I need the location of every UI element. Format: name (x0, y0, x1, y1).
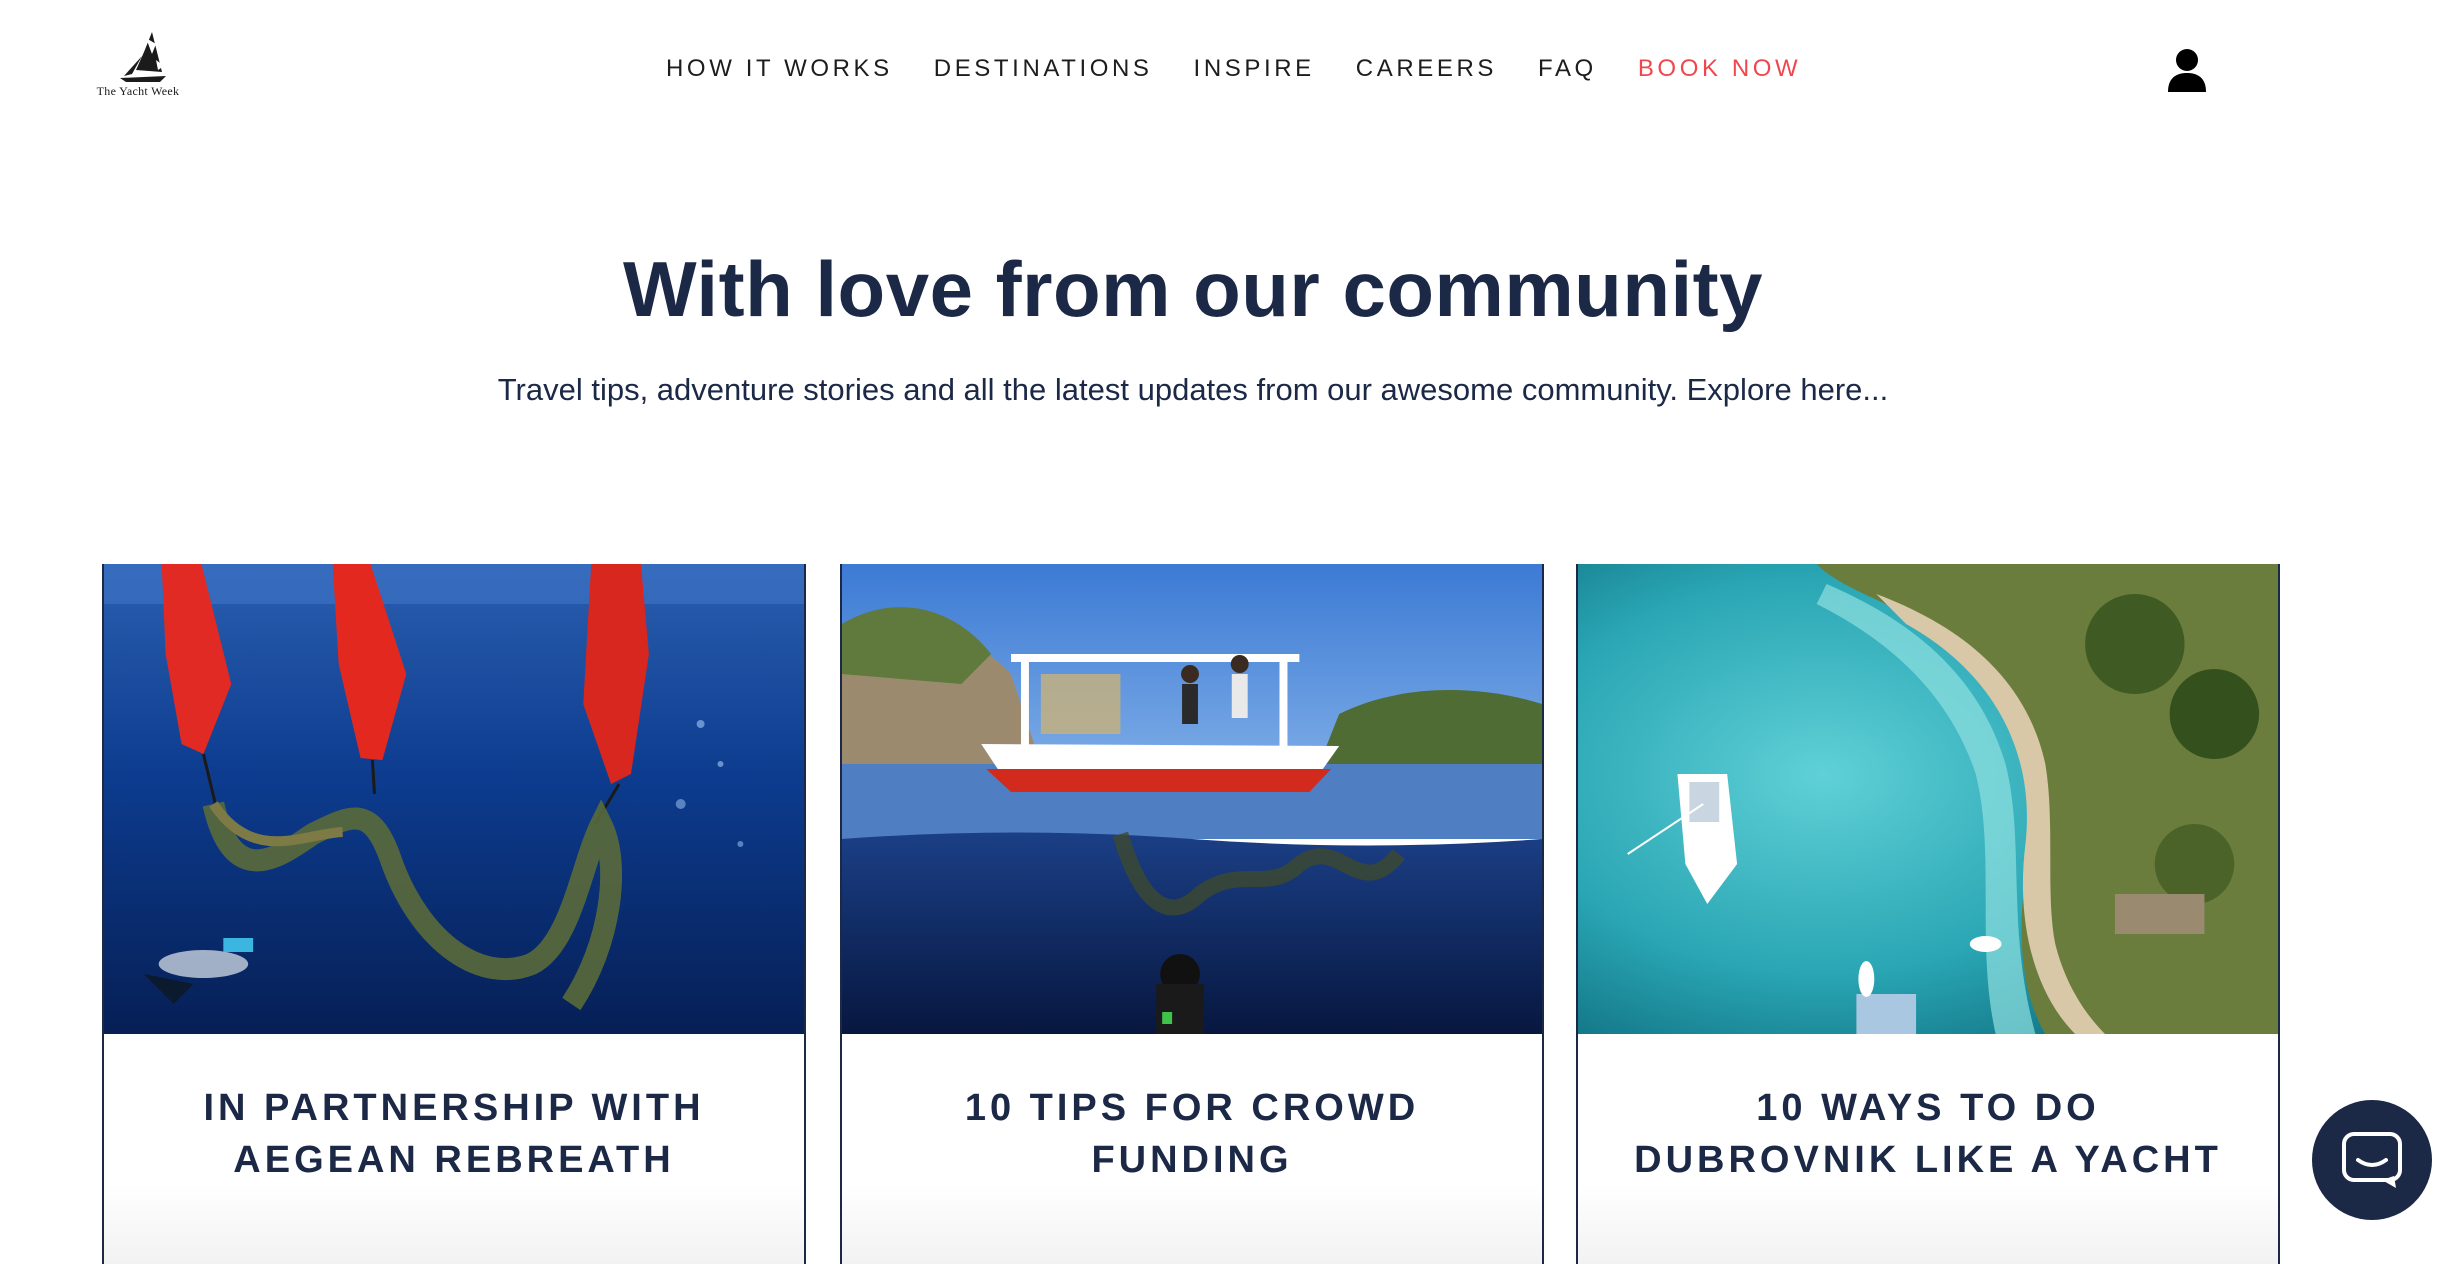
page-subtitle: Travel tips, adventure stories and all t… (497, 372, 1889, 407)
card-footer (842, 1184, 1542, 1264)
nav-faq[interactable]: FAQ (1538, 52, 1597, 86)
card-title[interactable]: IN PARTNERSHIP WITH AEGEAN REBREATH (104, 1082, 804, 1186)
nav-careers[interactable]: CAREERS (1356, 52, 1497, 86)
card-image[interactable] (1578, 564, 2278, 1034)
page-title: With love from our community (622, 245, 1763, 333)
card-image[interactable] (104, 564, 804, 1034)
card-image[interactable] (842, 564, 1542, 1034)
nav-destinations[interactable]: DESTINATIONS (934, 52, 1153, 86)
nav-book-now[interactable]: BOOK NOW (1638, 52, 1801, 86)
card-footer (1578, 1184, 2278, 1264)
chat-button[interactable] (2312, 1100, 2432, 1220)
site-header: The Yacht Week HOW IT WORKS DESTINATIONS… (0, 0, 2452, 138)
card-title[interactable]: 10 TIPS FOR CROWD FUNDING (842, 1082, 1542, 1186)
logo[interactable]: The Yacht Week (88, 30, 188, 100)
yacht-sail-logo-icon (120, 32, 166, 82)
user-icon[interactable] (2166, 48, 2208, 92)
card-footer (104, 1184, 804, 1264)
article-card[interactable]: IN PARTNERSHIP WITH AEGEAN REBREATH (102, 564, 806, 1264)
logo-text: The Yacht Week (96, 84, 180, 98)
article-card[interactable]: 10 WAYS TO DO DUBROVNIK LIKE A YACHT WEE… (1576, 564, 2280, 1264)
chat-icon (2342, 1132, 2402, 1188)
article-card[interactable]: 10 TIPS FOR CROWD FUNDING (840, 564, 1544, 1264)
nav-how-it-works[interactable]: HOW IT WORKS (666, 52, 893, 86)
nav-inspire[interactable]: INSPIRE (1194, 52, 1315, 86)
main-nav: HOW IT WORKS DESTINATIONS INSPIRE CAREER… (666, 52, 1801, 86)
